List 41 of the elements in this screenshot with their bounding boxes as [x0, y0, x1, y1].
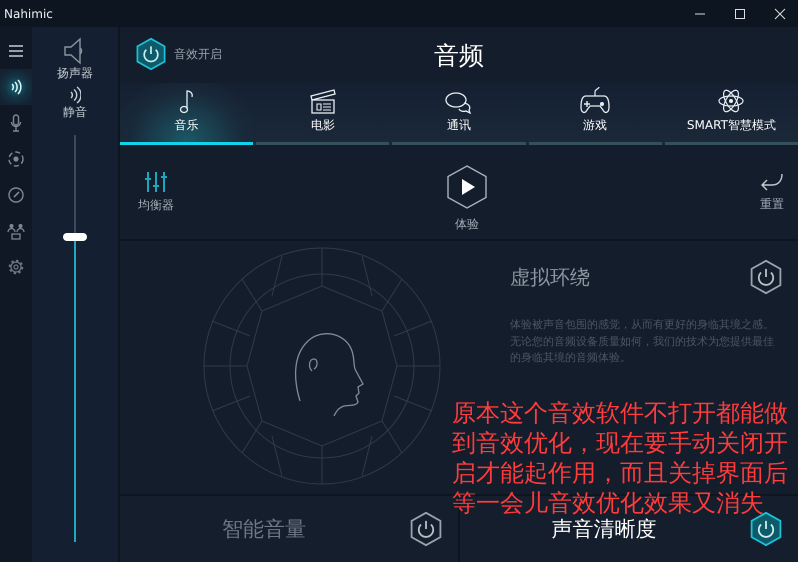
equalizer-icon	[145, 170, 167, 192]
play-button[interactable]: 体验	[445, 164, 489, 232]
music-note-icon	[178, 89, 195, 115]
clapperboard-icon	[308, 87, 337, 115]
reset-button[interactable]: 重置	[760, 172, 784, 212]
nav-item[interactable]	[0, 69, 32, 105]
speech-bubbles-icon	[444, 91, 474, 115]
return-arrow-icon	[760, 172, 784, 192]
sound-waves-icon	[9, 79, 23, 95]
feature-title: 声音清晰度	[550, 516, 658, 543]
people-icon	[7, 222, 25, 240]
tab[interactable]: 游戏	[528, 83, 662, 145]
play-icon	[445, 164, 489, 210]
annotation-text: 原本这个音效软件不打开都能做到音效优化，现在要手动关闭开启才能起作用，而且关掉界面后等一会儿音效优化效果又消失	[452, 398, 789, 518]
volume-thumb[interactable]	[63, 232, 87, 241]
mute-label[interactable]: 静音	[63, 104, 87, 121]
gamepad-icon	[580, 87, 610, 115]
menu-icon	[8, 44, 24, 58]
surround-icon	[7, 150, 25, 168]
gauge-icon	[7, 186, 25, 204]
microphone-icon	[10, 114, 22, 132]
device-label: 扬声器	[57, 65, 93, 82]
tab[interactable]: 电影	[256, 83, 390, 145]
page-title: 音频	[434, 40, 484, 72]
power-button[interactable]	[134, 37, 168, 71]
equalizer-button[interactable]: 均衡器	[138, 170, 174, 214]
tab[interactable]: 音乐	[120, 83, 254, 145]
effects-on-label: 音效开启	[174, 46, 222, 62]
power-button[interactable]	[748, 259, 784, 295]
settings-icon	[7, 258, 25, 276]
window-title: Nahimic	[4, 6, 53, 20]
maximize-icon[interactable]	[734, 8, 746, 20]
surround-description: 体验被声音包围的感觉，从而有更好的身临其境之感。无论您的音频设备质量如何，我们的技术为您提供最佳的身临其境的音频体验。	[510, 317, 775, 366]
tab[interactable]: 通讯	[392, 83, 526, 145]
feature-title: 智能音量	[221, 516, 307, 543]
sound-waves-icon[interactable]	[69, 86, 81, 104]
surround-title: 虚拟环绕	[510, 264, 590, 290]
tab[interactable]: SMART智慧模式	[664, 83, 798, 145]
power-button[interactable]	[408, 511, 444, 547]
atom-icon	[717, 87, 746, 115]
close-icon[interactable]	[774, 8, 786, 20]
